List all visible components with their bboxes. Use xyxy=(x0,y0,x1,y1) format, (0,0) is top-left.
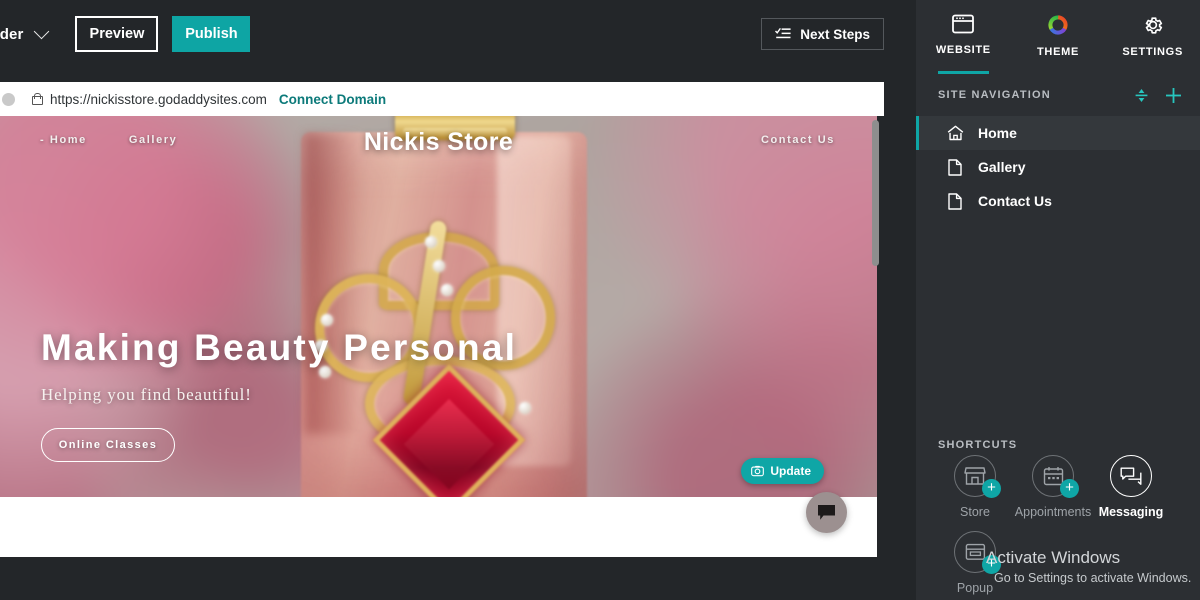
sidebar-item-contact-us-label: Contact Us xyxy=(978,193,1052,209)
site-navigation-bar: - Home Gallery Nickis Store Contact Us xyxy=(0,116,877,164)
tab-settings[interactable]: SETTINGS xyxy=(1105,0,1200,76)
shortcut-popup[interactable]: + Popup xyxy=(936,531,1014,595)
shortcut-appointments-label: Appointments xyxy=(1014,505,1092,519)
hero-section: - Home Gallery Nickis Store Contact Us M… xyxy=(0,116,877,497)
site-navigation-title: SITE NAVIGATION xyxy=(938,89,1051,101)
site-navigation-header: SITE NAVIGATION xyxy=(916,76,1200,114)
shortcut-appointments[interactable]: + Appointments xyxy=(1014,455,1092,519)
canvas-scrollbar[interactable] xyxy=(872,120,879,266)
page-icon xyxy=(946,192,964,210)
panel-tabs: WEBSITE THEME SETTINGS xyxy=(916,0,1200,76)
reorder-icon[interactable] xyxy=(1134,88,1149,103)
online-classes-button[interactable]: Online Classes xyxy=(41,427,175,462)
add-badge-icon: + xyxy=(1060,479,1079,498)
brand-menu[interactable]: uilder xyxy=(0,23,50,43)
page-icon xyxy=(946,158,964,176)
website-builder-app: uilder Preview Publish Next Steps https:… xyxy=(0,0,1200,600)
chat-bubble-icon xyxy=(818,505,835,520)
sidebar-item-contact-us[interactable]: Contact Us xyxy=(916,184,1200,218)
tab-website-label: WEBSITE xyxy=(935,44,991,56)
checklist-icon xyxy=(775,27,791,39)
site-title: Nickis Store xyxy=(363,128,514,156)
shortcuts-title: SHORTCUTS xyxy=(938,439,1018,451)
chevron-down-icon xyxy=(34,23,50,40)
tab-website[interactable]: WEBSITE xyxy=(916,0,1011,76)
publish-button[interactable]: Publish xyxy=(172,16,251,52)
next-steps-button[interactable]: Next Steps xyxy=(761,18,884,50)
sidebar-item-home-label: Home xyxy=(978,125,1017,141)
connect-domain-link[interactable]: Connect Domain xyxy=(279,92,386,107)
editor-area: uilder Preview Publish Next Steps https:… xyxy=(0,0,916,600)
shortcut-store[interactable]: + Store xyxy=(936,455,1014,519)
browser-window-icon xyxy=(952,14,975,34)
site-canvas: - Home Gallery Nickis Store Contact Us M… xyxy=(0,116,877,557)
right-panel: WEBSITE THEME SETTINGS SITE NAVIGATION H… xyxy=(916,0,1200,600)
sidebar-item-gallery-label: Gallery xyxy=(978,159,1026,175)
browser-dot-icon xyxy=(2,92,15,106)
popup-icon xyxy=(965,543,985,560)
lock-icon xyxy=(32,93,43,105)
brand-label: uilder xyxy=(0,25,24,43)
shortcuts-grid: + Store + Appointments Messaging + Popup xyxy=(916,455,1200,600)
update-image-button[interactable]: Update xyxy=(741,458,824,484)
hero-copy: Making Beauty Personal Helping you find … xyxy=(41,327,518,462)
gear-icon xyxy=(1145,17,1162,34)
image-icon xyxy=(751,465,765,477)
home-icon xyxy=(946,125,964,141)
editor-bottom-bar xyxy=(0,557,916,600)
next-steps-label: Next Steps xyxy=(800,26,870,42)
tab-settings-label: SETTINGS xyxy=(1122,46,1183,58)
tab-theme-label: THEME xyxy=(1037,46,1079,58)
add-badge-icon: + xyxy=(982,555,1001,574)
hero-title: Making Beauty Personal xyxy=(41,327,518,368)
chat-widget-button[interactable] xyxy=(806,492,847,533)
site-navigation-list: Home Gallery Contact Us xyxy=(916,116,1200,218)
shortcut-messaging-label: Messaging xyxy=(1098,505,1164,519)
sidebar-item-home[interactable]: Home xyxy=(916,116,1200,150)
url-display[interactable]: https://nickisstore.godaddysites.com xyxy=(32,92,267,107)
hero-subtitle: Helping you find beautiful! xyxy=(41,384,252,404)
messaging-icon xyxy=(1120,467,1142,485)
url-text: https://nickisstore.godaddysites.com xyxy=(50,91,267,107)
add-badge-icon: + xyxy=(982,479,1001,498)
shortcut-messaging[interactable]: Messaging xyxy=(1092,455,1170,519)
plus-icon[interactable] xyxy=(1165,87,1182,104)
shortcut-store-label: Store xyxy=(960,505,990,519)
update-label: Update xyxy=(770,464,811,478)
preview-button[interactable]: Preview xyxy=(75,16,159,52)
sidebar-item-gallery[interactable]: Gallery xyxy=(916,150,1200,184)
site-nav-contact-us[interactable]: Contact Us xyxy=(761,134,835,146)
top-toolbar: uilder Preview Publish Next Steps xyxy=(0,0,916,68)
tab-theme[interactable]: THEME xyxy=(1011,0,1106,76)
color-wheel-icon xyxy=(1048,15,1068,35)
browser-url-bar: https://nickisstore.godaddysites.com Con… xyxy=(0,82,884,116)
shortcut-popup-label: Popup xyxy=(956,581,994,595)
